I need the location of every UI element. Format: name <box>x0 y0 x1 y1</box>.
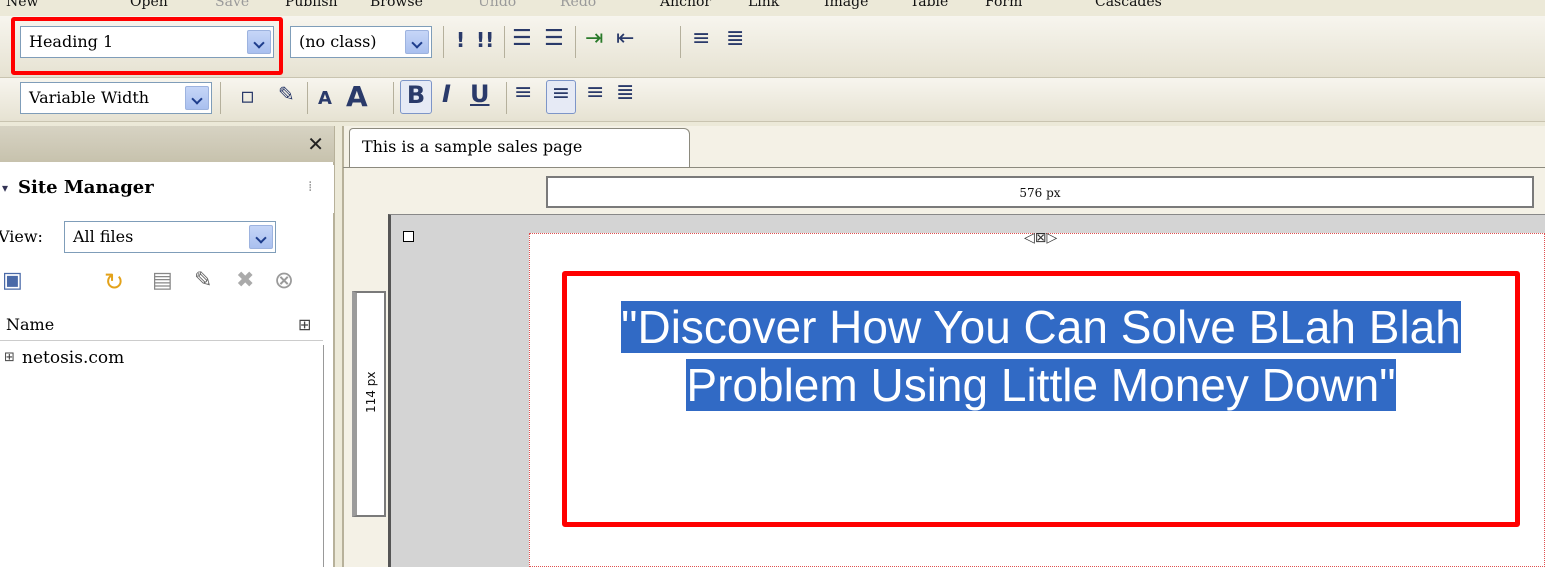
horizontal-rule-icon[interactable]: ≡ <box>692 26 710 51</box>
menu-link[interactable]: Link <box>748 0 779 10</box>
outdent-icon[interactable]: ⇤ <box>616 26 634 51</box>
class-select-value: (no class) <box>299 32 377 51</box>
headline-text: "Discover How You Can Solve BLah Blah Pr… <box>621 301 1461 411</box>
tab-baseline <box>343 167 1545 168</box>
menu-save[interactable]: Save <box>215 0 249 10</box>
width-ruler-label: 576 px <box>1019 186 1061 200</box>
toolbar-separator <box>575 26 576 58</box>
menu-new[interactable]: New <box>6 0 39 10</box>
edit-icon[interactable]: ✎ <box>194 268 212 293</box>
panel-scroll-edge <box>323 345 324 567</box>
splitter[interactable] <box>334 126 343 567</box>
font-select-value: Variable Width <box>29 88 150 107</box>
chevron-down-icon[interactable] <box>185 86 209 110</box>
highlight-pen-icon[interactable]: ✎ <box>278 82 295 106</box>
menu-anchor[interactable]: Anchor <box>660 0 711 10</box>
new-folder-icon[interactable]: ▤ <box>152 268 173 293</box>
toolbar-separator <box>506 82 507 114</box>
column-chooser-icon[interactable]: ⊞ <box>298 315 311 334</box>
menu-table[interactable]: Table <box>910 0 948 10</box>
increase-font-icon[interactable]: A <box>346 80 368 113</box>
menu-image[interactable]: Image <box>824 0 868 10</box>
toolbar-separator <box>220 82 221 114</box>
bold-button[interactable]: B <box>400 80 432 114</box>
toolbar-separator <box>504 26 505 58</box>
align-right-icon[interactable]: ≡ <box>586 80 604 105</box>
view-label: View: <box>0 227 43 246</box>
view-select[interactable]: All files <box>64 221 276 253</box>
format-toolbar-2 <box>0 78 1545 122</box>
toolbar-separator <box>680 26 681 58</box>
align-center-icon[interactable]: ≡ <box>546 80 576 114</box>
justify-icon[interactable]: ≣ <box>616 80 634 105</box>
very-important-icon[interactable]: !! <box>476 28 494 52</box>
menu-publish[interactable]: Publish <box>285 0 338 10</box>
toolbar-separator <box>393 82 394 114</box>
stop-icon[interactable]: ⊗ <box>274 266 294 294</box>
column-name-header[interactable]: Name <box>6 315 54 334</box>
menu-undo[interactable]: Undo <box>478 0 516 10</box>
toolbar-separator <box>307 82 308 114</box>
width-ruler: 576 px <box>546 176 1534 208</box>
paragraph-style-highlight <box>11 17 283 75</box>
text-color-icon[interactable]: ▫ <box>240 84 255 109</box>
height-ruler: 114 px <box>352 291 386 517</box>
delete-icon[interactable]: ✖ <box>236 268 254 293</box>
menu-open[interactable]: Open <box>130 0 168 10</box>
connect-icon[interactable]: ↻ <box>104 268 124 296</box>
top-menu-bar: New Open Save Publish Browse Undo Redo A… <box>0 0 1545 16</box>
menu-redo[interactable]: Redo <box>560 0 596 10</box>
bullet-list-icon[interactable]: ☰ <box>544 26 564 51</box>
chevron-down-icon[interactable] <box>249 225 273 249</box>
panel-header: ✕ <box>0 126 334 162</box>
decrease-font-icon[interactable]: A <box>318 88 332 109</box>
file-list-header: Name ⊞ <box>0 311 323 341</box>
view-select-value: All files <box>73 227 134 246</box>
menu-browse[interactable]: Browse <box>370 0 423 10</box>
class-select[interactable]: (no class) <box>290 26 432 58</box>
font-select[interactable]: Variable Width <box>20 82 212 114</box>
line-break-icon[interactable]: ≣ <box>726 26 744 51</box>
cell-resize-icon[interactable]: ◁⊠▷ <box>1024 230 1057 246</box>
site-manager-header: ▾ Site Manager ⁞ <box>0 165 334 213</box>
menu-cascades[interactable]: Cascades <box>1095 0 1162 10</box>
headline-highlight-box: "Discover How You Can Solve BLah Blah Pr… <box>562 271 1520 527</box>
table-handle-icon[interactable] <box>403 231 414 242</box>
menu-form[interactable]: Form <box>985 0 1022 10</box>
expand-plus-icon[interactable]: ⊞ <box>4 350 15 365</box>
document-tab-title: This is a sample sales page <box>362 137 583 156</box>
indent-icon[interactable]: ⇥ <box>585 26 603 51</box>
document-tab[interactable]: This is a sample sales page <box>349 128 690 168</box>
close-icon[interactable]: ✕ <box>307 132 324 156</box>
numbered-list-icon[interactable]: ☰ <box>512 26 532 51</box>
drag-grip-icon[interactable]: ⁞ <box>308 179 312 195</box>
italic-button[interactable]: I <box>442 80 451 108</box>
underline-button[interactable]: U <box>470 80 490 108</box>
headline-heading[interactable]: "Discover How You Can Solve BLah Blah Pr… <box>567 298 1515 414</box>
tree-item[interactable]: ⊞ netosis.com <box>0 346 323 374</box>
important-icon[interactable]: ! <box>456 28 465 52</box>
site-icon[interactable]: ▣ <box>2 268 23 293</box>
align-left-icon[interactable]: ≡ <box>514 80 532 105</box>
toolbar-separator <box>443 26 444 58</box>
site-manager-title: Site Manager <box>18 177 154 198</box>
collapse-arrow-icon[interactable]: ▾ <box>2 181 8 195</box>
height-ruler-label: 114 px <box>364 371 378 413</box>
chevron-down-icon[interactable] <box>405 30 429 54</box>
tree-item-label: netosis.com <box>22 348 125 368</box>
